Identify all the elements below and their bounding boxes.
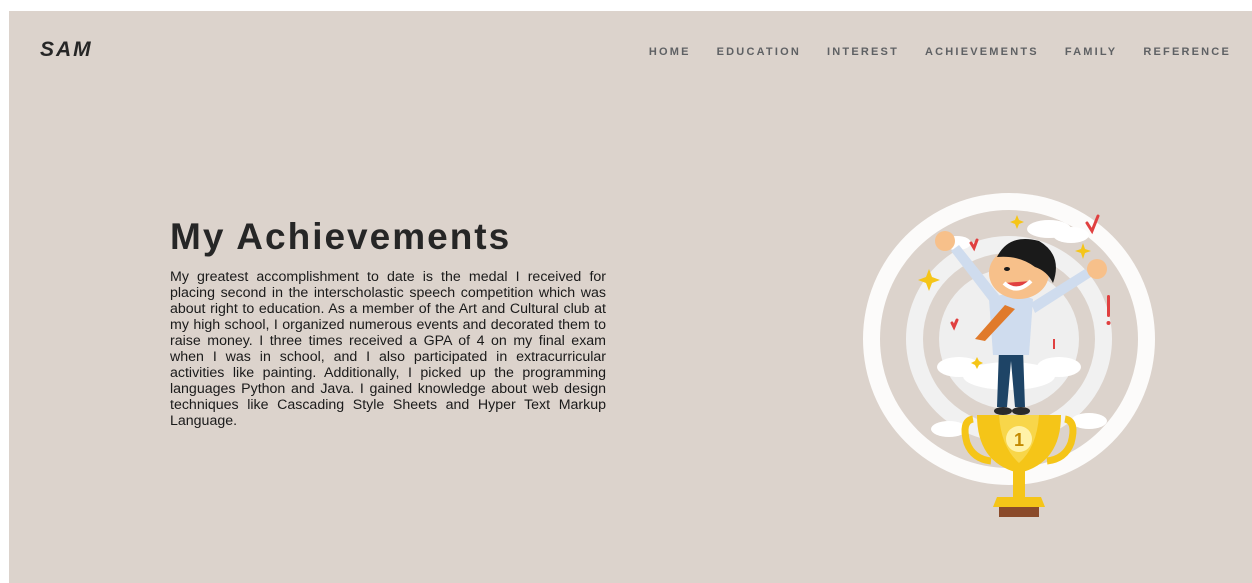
page-title: My Achievements xyxy=(170,216,512,257)
site-logo[interactable]: SAM xyxy=(40,38,93,62)
page-container: SAM HOME EDUCATION INTEREST ACHIEVEMENTS… xyxy=(9,11,1252,583)
nav-link-education[interactable]: EDUCATION xyxy=(717,45,801,59)
main-nav: HOME EDUCATION INTEREST ACHIEVEMENTS FAM… xyxy=(623,45,1231,59)
achievements-paragraph: My greatest accomplishment to date is th… xyxy=(170,269,606,429)
nav-link-reference[interactable]: REFERENCE xyxy=(1143,45,1231,59)
trophy-celebration-illustration: 1 xyxy=(863,193,1155,517)
nav-link-family[interactable]: FAMILY xyxy=(1065,45,1118,59)
nav-link-achievements[interactable]: ACHIEVEMENTS xyxy=(925,45,1039,59)
nav-link-interest[interactable]: INTEREST xyxy=(827,45,899,59)
nav-link-home[interactable]: HOME xyxy=(649,45,691,59)
trophy-number: 1 xyxy=(1014,430,1024,450)
